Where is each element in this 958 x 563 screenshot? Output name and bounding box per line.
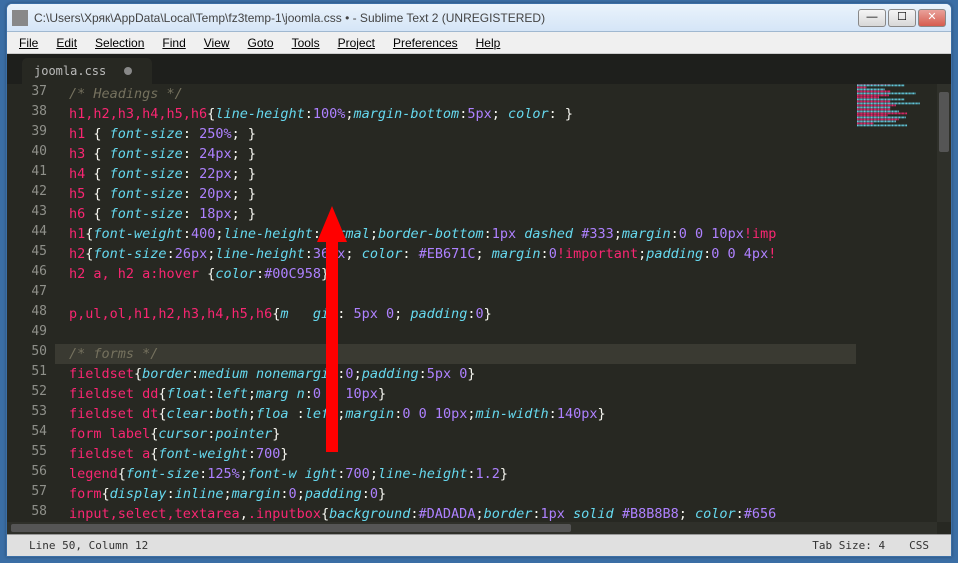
window: C:\Users\Хряк\AppData\Local\Temp\fz3temp… (6, 3, 952, 557)
line-number: 38 (7, 104, 47, 119)
maximize-button[interactable]: ☐ (888, 9, 916, 27)
line-number: 45 (7, 244, 47, 259)
line-number: 52 (7, 384, 47, 399)
line-number: 48 (7, 304, 47, 319)
menu-selection[interactable]: Selection (87, 34, 152, 52)
horizontal-scrollbar[interactable] (7, 522, 937, 534)
code-line: input,select,textarea,.inputbox{backgrou… (55, 504, 856, 522)
menu-view[interactable]: View (196, 34, 238, 52)
code-viewport[interactable]: 37 38 39 40 41 42 43 44 45 46 47 48 49 5… (7, 84, 856, 522)
code-line: h1 { font-size: 250%; } (55, 124, 856, 144)
line-number: 57 (7, 484, 47, 499)
menu-preferences[interactable]: Preferences (385, 34, 466, 52)
menu-file[interactable]: File (11, 34, 46, 52)
status-position[interactable]: Line 50, Column 12 (17, 539, 160, 552)
minimap-content: ████████████████████████ ███████████████… (857, 84, 937, 128)
code-line: h3 { font-size: 24px; } (55, 144, 856, 164)
line-number: 39 (7, 124, 47, 139)
code-line-active: /* forms */ (55, 344, 856, 364)
code-line: h2{font-size:26px;line-height:36px; colo… (55, 244, 856, 264)
code-line: fieldset{border:medium nonemargin:0;padd… (55, 364, 856, 384)
line-number: 46 (7, 264, 47, 279)
code-line: h4 { font-size: 22px; } (55, 164, 856, 184)
menu-help[interactable]: Help (468, 34, 509, 52)
line-number: 58 (7, 504, 47, 519)
status-tabsize[interactable]: Tab Size: 4 (800, 539, 897, 552)
window-controls: — ☐ ✕ (858, 9, 946, 27)
code-line: /* Headings */ (55, 84, 856, 104)
code-line: p,ul,ol,h1,h2,h3,h4,h5,h6{m gin: 5px 0; … (55, 304, 856, 324)
vertical-scrollbar[interactable] (937, 84, 951, 522)
line-number: 40 (7, 144, 47, 159)
tab-label: joomla.css (34, 64, 106, 78)
code-line: form label{cursor:pointer} (55, 424, 856, 444)
line-number: 44 (7, 224, 47, 239)
titlebar[interactable]: C:\Users\Хряк\AppData\Local\Temp\fz3temp… (7, 4, 951, 32)
code-line: h6 { font-size: 18px; } (55, 204, 856, 224)
menu-project[interactable]: Project (330, 34, 383, 52)
line-number: 54 (7, 424, 47, 439)
line-number: 53 (7, 404, 47, 419)
menu-goto[interactable]: Goto (240, 34, 282, 52)
line-number: 56 (7, 464, 47, 479)
menu-edit[interactable]: Edit (48, 34, 85, 52)
window-title: C:\Users\Хряк\AppData\Local\Temp\fz3temp… (34, 11, 858, 25)
code-line: h2 a, h2 a:hover {color:#00C958} (55, 264, 856, 284)
code-line: h1{font-weight:400;line-height:normal;bo… (55, 224, 856, 244)
code-line: h1,h2,h3,h4,h5,h6{line-height:100%;margi… (55, 104, 856, 124)
tabbar: joomla.css (7, 54, 951, 84)
gutter: 37 38 39 40 41 42 43 44 45 46 47 48 49 5… (7, 84, 55, 522)
menu-tools[interactable]: Tools (284, 34, 328, 52)
line-number: 37 (7, 84, 47, 99)
code-content[interactable]: /* Headings */ h1,h2,h3,h4,h5,h6{line-he… (55, 84, 856, 522)
code-line: fieldset dt{clear:both;floa :left;margin… (55, 404, 856, 424)
status-syntax[interactable]: CSS (897, 539, 941, 552)
editor-area: joomla.css 37 38 39 40 41 42 43 44 45 46… (7, 54, 951, 534)
line-number: 42 (7, 184, 47, 199)
minimize-button[interactable]: — (858, 9, 886, 27)
line-number: 50 (7, 344, 47, 359)
line-number: 41 (7, 164, 47, 179)
line-number: 43 (7, 204, 47, 219)
line-number: 51 (7, 364, 47, 379)
vertical-scrollbar-thumb[interactable] (939, 92, 949, 152)
code-line: legend{font-size:125%;font-w ight:700;li… (55, 464, 856, 484)
minimap[interactable]: ████████████████████████ ███████████████… (857, 84, 937, 522)
tab-joomla-css[interactable]: joomla.css (22, 58, 152, 84)
menu-find[interactable]: Find (154, 34, 193, 52)
code-line: h5 { font-size: 20px; } (55, 184, 856, 204)
menubar: File Edit Selection Find View Goto Tools… (7, 32, 951, 54)
code-line: form{display:inline;margin:0;padding:0} (55, 484, 856, 504)
app-icon (12, 10, 28, 26)
horizontal-scrollbar-thumb[interactable] (11, 524, 571, 532)
line-number: 55 (7, 444, 47, 459)
code-line: fieldset dd{float:left;marg n:0 0 10px} (55, 384, 856, 404)
dirty-indicator-icon (124, 67, 132, 75)
line-number: 49 (7, 324, 47, 339)
statusbar: Line 50, Column 12 Tab Size: 4 CSS (7, 534, 951, 556)
code-line: fieldset a{font-weight:700} (55, 444, 856, 464)
line-number: 47 (7, 284, 47, 299)
close-button[interactable]: ✕ (918, 9, 946, 27)
